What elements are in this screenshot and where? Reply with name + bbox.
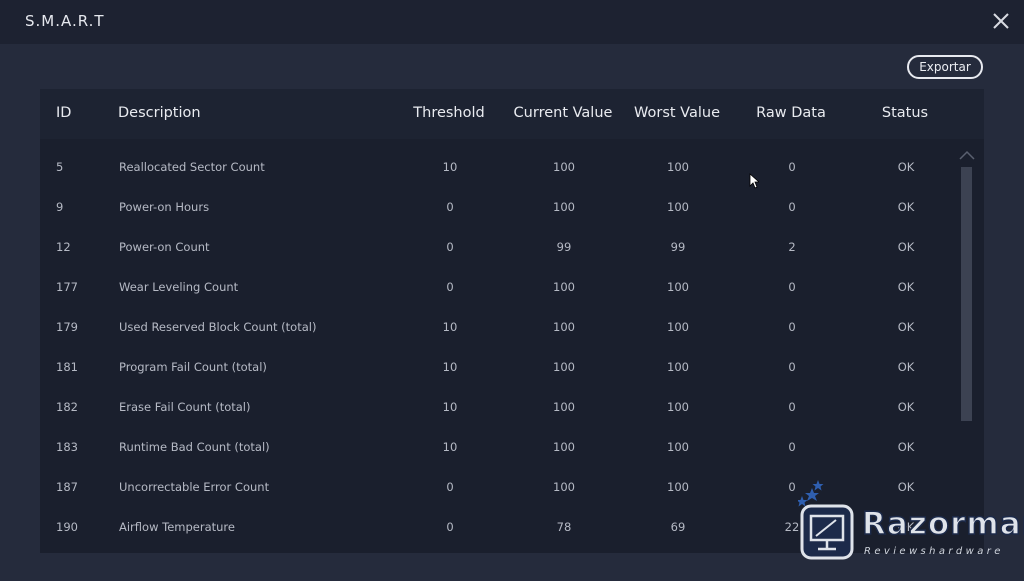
- cell-worst-value: 100: [667, 480, 689, 494]
- cell-raw-data: 0: [788, 400, 796, 414]
- cell-current-value: 78: [556, 520, 572, 534]
- cell-worst-value: 100: [667, 320, 689, 334]
- cell-threshold: 10: [442, 320, 458, 334]
- scrollbar-thumb[interactable]: [961, 167, 972, 421]
- cell-description: Wear Leveling Count: [119, 280, 239, 294]
- cell-id: 179: [56, 320, 78, 334]
- table-row[interactable]: 182 Erase Fail Count (total) 10 100 100 0 OK: [40, 388, 984, 428]
- watermark-brand: Razorman: [861, 505, 1024, 543]
- window-title: S.M.A.R.T: [25, 12, 105, 30]
- cell-description: Power-on Hours: [119, 200, 210, 214]
- cell-raw-data: 0: [788, 320, 796, 334]
- cell-worst-value: 99: [670, 240, 686, 254]
- cell-description: Power-on Count: [119, 240, 210, 254]
- cell-raw-data: 0: [788, 200, 796, 214]
- cell-current-value: 99: [556, 240, 572, 254]
- table-row[interactable]: 5 Reallocated Sector Count 10 100 100 0 OK: [40, 148, 984, 188]
- header-worst-value: Worst Value: [634, 105, 720, 121]
- header-status: Status: [881, 105, 929, 121]
- cell-description: Program Fail Count (total): [119, 360, 267, 374]
- cell-current-value: 100: [553, 400, 575, 414]
- cell-id: 182: [56, 400, 78, 414]
- cell-id: 187: [56, 480, 78, 494]
- cell-current-value: 100: [553, 440, 575, 454]
- cell-raw-data: 0: [788, 360, 796, 374]
- cell-current-value: 100: [553, 200, 575, 214]
- cell-threshold: 10: [442, 400, 458, 414]
- cell-status: OK: [897, 280, 915, 294]
- close-button[interactable]: [990, 10, 1012, 32]
- cell-status: OK: [897, 160, 915, 174]
- header-raw-data: Raw Data: [756, 105, 826, 121]
- cell-status: OK: [897, 200, 915, 214]
- cell-worst-value: 69: [670, 520, 686, 534]
- cell-status: OK: [897, 400, 915, 414]
- cell-status: OK: [897, 320, 915, 334]
- cell-threshold: 0: [446, 480, 454, 494]
- header-current-value: Current Value: [513, 105, 613, 121]
- cell-id: 183: [56, 440, 78, 454]
- table-row[interactable]: 12 Power-on Count 0 99 99 2 OK: [40, 228, 984, 268]
- table-row[interactable]: 177 Wear Leveling Count 0 100 100 0 OK: [40, 268, 984, 308]
- title-bar: S.M.A.R.T: [0, 0, 1024, 44]
- cell-status: OK: [897, 360, 915, 374]
- table-row[interactable]: 181 Program Fail Count (total) 10 100 100 0 OK: [40, 348, 984, 388]
- cell-worst-value: 100: [667, 400, 689, 414]
- header-id: ID: [56, 105, 72, 121]
- cell-description: Used Reserved Block Count (total): [119, 320, 317, 334]
- cell-threshold: 0: [446, 280, 454, 294]
- watermark-tagline: Reviewshardware: [864, 546, 1004, 557]
- cell-threshold: 0: [446, 200, 454, 214]
- mouse-cursor-icon: [749, 173, 759, 189]
- cell-threshold: 10: [442, 160, 458, 174]
- cell-current-value: 100: [553, 320, 575, 334]
- cell-raw-data: 0: [788, 480, 796, 494]
- cell-id: 5: [56, 160, 64, 174]
- table-row[interactable]: 179 Used Reserved Block Count (total) 10 10…: [40, 308, 984, 348]
- cell-raw-data: 0: [788, 280, 796, 294]
- cell-raw-data: 2: [788, 240, 796, 254]
- cell-current-value: 100: [553, 360, 575, 374]
- cell-current-value: 100: [553, 280, 575, 294]
- cell-raw-data: 0: [788, 440, 796, 454]
- cell-threshold: 10: [442, 360, 458, 374]
- cell-id: 190: [56, 520, 78, 534]
- cell-description: Erase Fail Count (total): [119, 400, 251, 414]
- cell-worst-value: 100: [667, 440, 689, 454]
- cell-current-value: 100: [553, 160, 575, 174]
- cell-description: Uncorrectable Error Count: [119, 480, 270, 494]
- cell-worst-value: 100: [667, 280, 689, 294]
- chevron-up-icon[interactable]: [958, 149, 976, 161]
- table-row[interactable]: 183 Runtime Bad Count (total) 10 100 100 0 OK: [40, 428, 984, 468]
- close-icon: [993, 13, 1009, 29]
- cell-worst-value: 100: [667, 360, 689, 374]
- header-threshold: Threshold: [413, 105, 485, 121]
- cell-current-value: 100: [553, 480, 575, 494]
- cell-status: OK: [897, 240, 915, 254]
- cell-threshold: 10: [442, 440, 458, 454]
- export-button[interactable]: Exportar: [907, 55, 983, 79]
- cell-description: Reallocated Sector Count: [119, 160, 265, 174]
- cell-description: Airflow Temperature: [119, 520, 235, 534]
- cell-id: 12: [56, 240, 71, 254]
- cell-status: OK: [897, 440, 915, 454]
- cell-threshold: 0: [446, 520, 454, 534]
- cell-worst-value: 100: [667, 160, 689, 174]
- cell-id: 177: [56, 280, 78, 294]
- cell-raw-data: 0: [788, 160, 796, 174]
- table-header: ID Description Threshold Current Value W…: [40, 89, 984, 139]
- cell-id: 181: [56, 360, 78, 374]
- header-description: Description: [118, 105, 201, 121]
- cell-threshold: 0: [446, 240, 454, 254]
- cell-description: Runtime Bad Count (total): [119, 440, 270, 454]
- cell-worst-value: 100: [667, 200, 689, 214]
- cell-id: 9: [56, 200, 64, 214]
- table-row[interactable]: 9 Power-on Hours 0 100 100 0 OK: [40, 188, 984, 228]
